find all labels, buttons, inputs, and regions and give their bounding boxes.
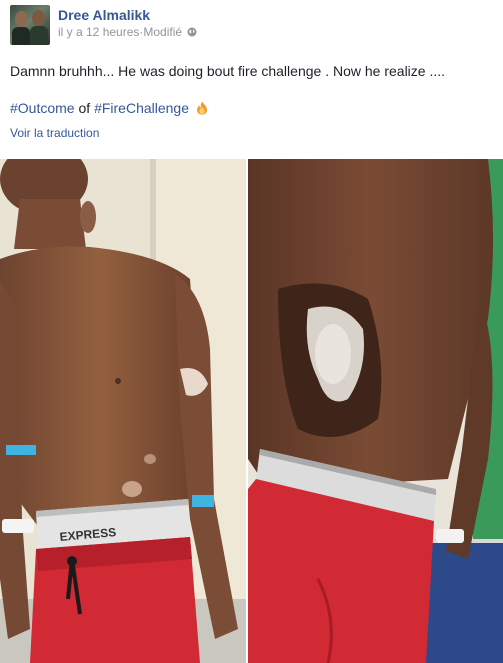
post-timestamp[interactable]: il y a 12 heures bbox=[58, 24, 139, 40]
post-meta: Dree Almalikk il y a 12 heures · Modifié bbox=[58, 5, 197, 45]
post-header: Dree Almalikk il y a 12 heures · Modifié bbox=[10, 5, 197, 45]
fire-emoji-icon bbox=[196, 101, 208, 115]
post-text: Damnn bruhhh... He was doing bout fire c… bbox=[10, 63, 446, 79]
globe-icon[interactable] bbox=[187, 27, 197, 37]
photo-back[interactable] bbox=[248, 159, 503, 663]
translate-link[interactable]: Voir la traduction bbox=[10, 126, 99, 140]
edited-link[interactable]: Modifié bbox=[143, 24, 182, 40]
author-name[interactable]: Dree Almalikk bbox=[58, 7, 197, 24]
avatar[interactable] bbox=[10, 5, 50, 45]
post-subline: il y a 12 heures · Modifié bbox=[58, 24, 197, 40]
post-hashtags: #Outcome of #FireChallenge bbox=[10, 99, 208, 118]
facebook-post: Dree Almalikk il y a 12 heures · Modifié… bbox=[0, 0, 503, 663]
hashtag-firechallenge[interactable]: #FireChallenge bbox=[94, 100, 189, 116]
photo-front[interactable]: EXPRESS bbox=[0, 159, 246, 663]
hashtag-connector: of bbox=[74, 100, 95, 116]
hashtag-outcome[interactable]: #Outcome bbox=[10, 100, 75, 116]
